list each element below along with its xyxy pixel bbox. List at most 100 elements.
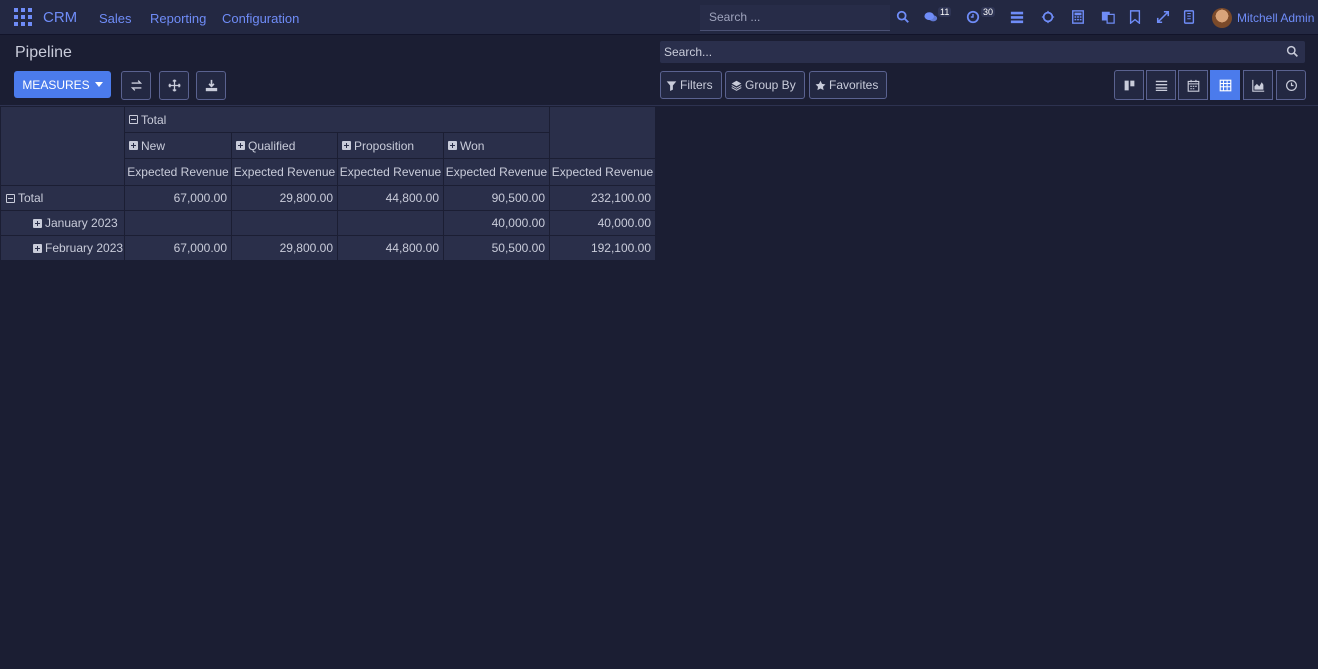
page-title: Pipeline	[15, 44, 72, 61]
exchange-icon	[130, 80, 142, 91]
col-header-label: New	[141, 138, 166, 153]
calendar-icon	[1187, 79, 1199, 92]
search-bar[interactable]	[660, 41, 1305, 63]
col-header-total[interactable]: Total	[124, 106, 550, 133]
col-header-label: Proposition	[354, 138, 415, 153]
measures-label: MEASURES	[22, 77, 90, 92]
collapse-icon	[129, 115, 138, 124]
pivot-cell-total[interactable]: 192,100.00	[549, 235, 656, 261]
activities-count-badge: 30	[981, 7, 996, 17]
expand-icon	[236, 141, 245, 150]
pivot-cell[interactable]: 67,000.00	[124, 235, 232, 261]
view-graph-button[interactable]	[1243, 70, 1273, 100]
bookmark-icon[interactable]	[1128, 10, 1142, 24]
expand-icon	[33, 218, 42, 228]
mobile-icon[interactable]	[1182, 10, 1196, 24]
user-menu[interactable]: Mitchell Admin	[1237, 11, 1314, 25]
pivot-cell[interactable]: 90,500.00	[443, 185, 550, 211]
row-header-label: February 2023	[45, 241, 124, 255]
filter-icon	[666, 80, 677, 91]
measures-button[interactable]: MEASURES	[14, 71, 111, 98]
filters-label: Filters	[680, 78, 713, 92]
pivot-cell-total[interactable]: 232,100.00	[549, 185, 656, 211]
measure-header[interactable]: Expected Revenue	[443, 158, 550, 186]
col-header-won[interactable]: Won	[443, 132, 550, 159]
star-icon	[815, 80, 826, 90]
app-brand[interactable]: CRM	[43, 9, 77, 26]
pivot-cell[interactable]: 50,500.00	[443, 235, 550, 261]
expand-icon[interactable]	[1156, 10, 1170, 24]
measure-header[interactable]: Expected Revenue	[124, 158, 232, 186]
col-header-total-label: Total	[141, 112, 167, 127]
table-icon	[1219, 79, 1231, 91]
avatar[interactable]	[1212, 8, 1232, 28]
search-input[interactable]	[664, 45, 1264, 59]
expand-icon	[342, 141, 351, 150]
pivot-cell[interactable]	[337, 210, 444, 236]
chat-icon[interactable]	[924, 10, 938, 24]
pivot-cell-total[interactable]: 40,000.00	[549, 210, 656, 236]
list-icon[interactable]	[1010, 10, 1024, 24]
measure-header[interactable]: Expected Revenue	[337, 158, 444, 186]
clock-icon[interactable]	[966, 10, 980, 24]
pivot-corner	[0, 106, 125, 186]
filters-button[interactable]: Filters	[660, 71, 722, 99]
pivot-cell[interactable]: 44,800.00	[337, 235, 444, 261]
row-header-label: January 2023	[45, 216, 118, 230]
expand-icon	[33, 243, 42, 253]
global-search-input[interactable]	[709, 10, 881, 24]
pivot-cell[interactable]	[231, 210, 338, 236]
col-header-new[interactable]: New	[124, 132, 232, 159]
expand-all-button[interactable]	[159, 71, 189, 100]
arrows-icon	[167, 79, 181, 92]
measure-header[interactable]: Expected Revenue	[549, 158, 656, 186]
download-icon	[205, 79, 217, 92]
search-icon[interactable]	[896, 10, 910, 24]
download-button[interactable]	[196, 71, 226, 100]
group-by-button[interactable]: Group By	[725, 71, 805, 99]
col-header-label: Qualified	[248, 138, 296, 153]
pivot-cell[interactable]: 40,000.00	[443, 210, 550, 236]
view-calendar-button[interactable]	[1178, 70, 1208, 100]
calculator-icon[interactable]	[1071, 10, 1085, 24]
area-chart-icon	[1251, 79, 1264, 92]
row-header-label: Total	[18, 191, 44, 205]
kanban-icon	[1124, 80, 1134, 90]
view-kanban-button[interactable]	[1114, 70, 1144, 100]
pivot-table: Total New Qualified Proposition Won Expe…	[0, 106, 656, 261]
favorites-button[interactable]: Favorites	[809, 71, 888, 99]
language-icon[interactable]	[1101, 10, 1115, 24]
measure-header[interactable]: Expected Revenue	[231, 158, 338, 186]
pivot-cell[interactable]: 29,800.00	[231, 235, 338, 261]
view-activity-button[interactable]	[1276, 70, 1306, 100]
row-header-february-2023[interactable]: February 2023	[0, 235, 125, 261]
list-icon	[1155, 80, 1167, 91]
col-header-qualified[interactable]: Qualified	[231, 132, 338, 159]
favorites-label: Favorites	[829, 78, 879, 92]
apps-icon[interactable]	[14, 8, 32, 26]
menu-item-configuration[interactable]: Configuration	[222, 11, 299, 26]
view-list-button[interactable]	[1146, 70, 1176, 100]
flip-axis-button[interactable]	[121, 71, 151, 100]
row-header-january-2023[interactable]: January 2023	[0, 210, 125, 236]
expand-icon	[448, 141, 457, 150]
col-header-proposition[interactable]: Proposition	[337, 132, 444, 159]
view-pivot-button[interactable]	[1210, 70, 1240, 100]
messages-count-badge: 11	[938, 7, 952, 17]
expand-icon	[129, 141, 138, 150]
pivot-cell[interactable]: 29,800.00	[231, 185, 338, 211]
collapse-icon	[6, 193, 15, 203]
pivot-cell[interactable]	[124, 210, 232, 236]
row-header-total[interactable]: Total	[0, 185, 125, 211]
global-search[interactable]	[700, 5, 890, 31]
menu-item-sales[interactable]: Sales	[99, 11, 132, 26]
pivot-cell[interactable]: 67,000.00	[124, 185, 232, 211]
top-navbar: CRM Sales Reporting Configuration 11 30 …	[0, 0, 1318, 35]
menu-item-reporting[interactable]: Reporting	[150, 11, 206, 26]
group-by-label: Group By	[745, 78, 796, 92]
pivot-cell[interactable]: 44,800.00	[337, 185, 444, 211]
search-icon[interactable]	[1286, 45, 1299, 58]
caret-down-icon	[94, 82, 103, 87]
col-header-grand-total	[549, 106, 656, 159]
bug-icon[interactable]	[1041, 10, 1055, 24]
